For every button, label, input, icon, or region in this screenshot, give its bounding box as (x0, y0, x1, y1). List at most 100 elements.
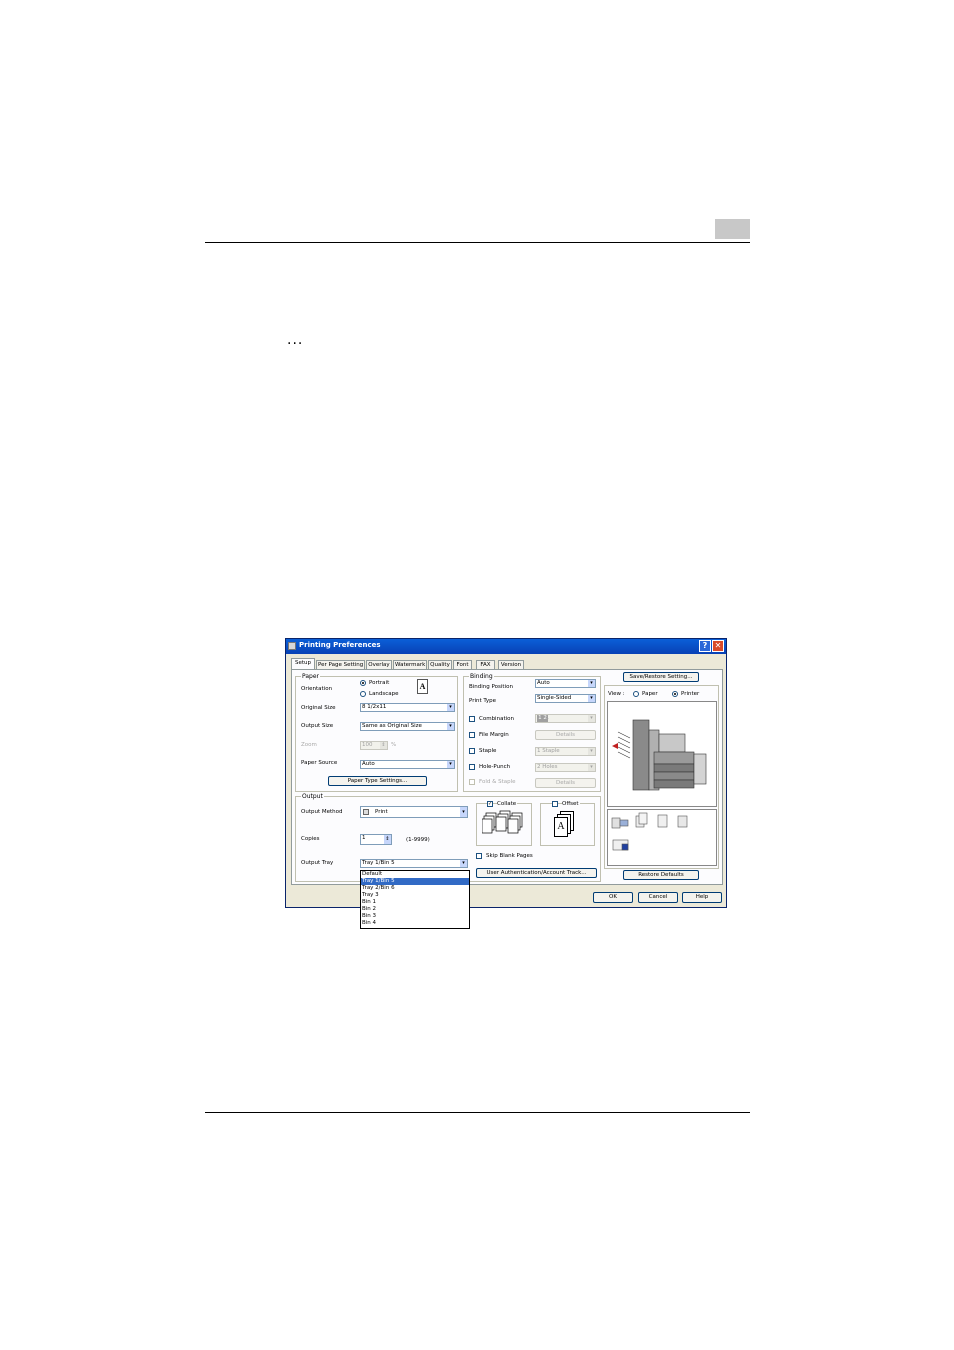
combination-2in1-icon: 1 2 (537, 715, 548, 722)
tray-option-bin3[interactable]: Bin 3 (361, 913, 469, 920)
file-margin-details-button[interactable]: Details (535, 730, 596, 740)
chevron-down-icon: ▾ (588, 764, 595, 771)
tray-option-tray3[interactable]: Tray 3 (361, 892, 469, 899)
footer-rule (205, 1112, 750, 1113)
original-size-value: 8 1/2x11 (362, 704, 387, 710)
chevron-down-icon: ▾ (588, 748, 595, 755)
output-size-select[interactable]: Same as Original Size ▾ (360, 722, 455, 731)
paper-source-value: Auto (362, 761, 375, 767)
output-tray-select[interactable]: Tray 1/Bin 5 ▾ (360, 859, 468, 868)
tab-quality[interactable]: Quality (428, 660, 452, 669)
view-printer-radio[interactable] (672, 691, 678, 697)
offset-checkbox[interactable] (552, 801, 558, 807)
skip-blank-pages-checkbox[interactable] (476, 853, 482, 859)
print-type-value: Single-Sided (537, 695, 572, 701)
portrait-label: Portrait (369, 680, 390, 686)
output-tray-value: Tray 1/Bin 5 (362, 860, 395, 866)
binding-position-value: Auto (537, 680, 550, 686)
staple-checkbox[interactable] (469, 748, 475, 754)
fold-staple-checkbox[interactable] (469, 779, 475, 785)
output-method-label: Output Method (301, 809, 343, 815)
header-rule (205, 242, 750, 243)
tray-option-tray1-bin5[interactable]: Tray 1/Bin 5 (361, 878, 469, 885)
help-button[interactable]: Help (682, 892, 722, 903)
view-printer-label: Printer (681, 691, 700, 697)
copies-spinner[interactable]: 1 ⇕ (360, 834, 392, 845)
tab-watermark[interactable]: Watermark (393, 660, 427, 669)
spinner-arrows-icon: ⇕ (380, 742, 387, 749)
tab-per-page-setting[interactable]: Per Page Setting (316, 660, 365, 669)
paper-source-label: Paper Source (301, 760, 338, 766)
settings-preview-pane (607, 809, 717, 866)
chevron-down-icon: ▾ (447, 704, 454, 711)
staple-label: Staple (479, 748, 497, 754)
skip-blank-pages-label: Skip Blank Pages (486, 853, 533, 859)
zoom-value: 100 (362, 742, 373, 748)
hole-punch-label: Hole-Punch (479, 764, 511, 770)
chevron-down-icon: ▾ (460, 860, 467, 867)
tray-option-bin2[interactable]: Bin 2 (361, 906, 469, 913)
copies-value: 1 (362, 835, 366, 841)
printer-illustration-icon (612, 719, 707, 791)
fold-staple-details-button[interactable]: Details (535, 778, 596, 788)
view-paper-radio[interactable] (633, 691, 639, 697)
orientation-label: Orientation (301, 686, 333, 692)
tray-option-bin4[interactable]: Bin 4 (361, 920, 469, 927)
original-size-select[interactable]: 8 1/2x11 ▾ (360, 703, 455, 712)
portrait-radio[interactable] (360, 680, 366, 686)
paper-source-select[interactable]: Auto ▾ (360, 760, 455, 769)
collate-checkbox[interactable]: ✓ (487, 801, 493, 807)
tray-option-default[interactable]: Default (361, 871, 469, 878)
zoom-label: Zoom (301, 742, 317, 748)
paper-group-label: Paper (301, 673, 320, 680)
fold-staple-label: Fold & Staple (479, 779, 516, 785)
tab-overlay[interactable]: Overlay (366, 660, 392, 669)
chapter-tab-marker (715, 219, 750, 239)
tray-option-tray2-bin6[interactable]: Tray 2/Bin 6 (361, 885, 469, 892)
ok-button[interactable]: OK (593, 892, 633, 903)
output-method-value: Print (375, 809, 388, 815)
view-label: View : (608, 691, 625, 697)
view-paper-label: Paper (642, 691, 658, 697)
zoom-spinner[interactable]: 100 ⇕ (360, 741, 388, 750)
tab-font[interactable]: Font (453, 660, 472, 669)
landscape-label: Landscape (369, 691, 399, 697)
hole-punch-checkbox[interactable] (469, 764, 475, 770)
printer-preview-pane (607, 701, 717, 807)
paper-type-settings-button[interactable]: Paper Type Settings... (328, 776, 427, 786)
landscape-radio[interactable] (360, 691, 366, 697)
cancel-button[interactable]: Cancel (638, 892, 678, 903)
combination-checkbox[interactable] (469, 716, 475, 722)
restore-defaults-button[interactable]: Restore Defaults (623, 870, 699, 880)
tray-option-bin1[interactable]: Bin 1 (361, 899, 469, 906)
printer-app-icon (288, 642, 296, 650)
tab-version[interactable]: Version (498, 660, 524, 669)
chevron-down-icon: ▾ (588, 695, 595, 702)
portrait-page-icon: A (417, 679, 428, 694)
chevron-down-icon: ▾ (588, 680, 595, 687)
copies-label: Copies (301, 836, 320, 842)
output-method-select[interactable]: Print ▾ (360, 806, 468, 818)
binding-position-select[interactable]: Auto ▾ (535, 679, 596, 688)
collate-pages-icon (482, 810, 523, 834)
output-tray-dropdown-list: Default Tray 1/Bin 5 Tray 2/Bin 6 Tray 3… (360, 870, 470, 929)
print-type-label: Print Type (469, 698, 497, 704)
checkmark-icon: ✓ (488, 801, 493, 807)
file-margin-checkbox[interactable] (469, 732, 475, 738)
user-authentication-button[interactable]: User Authentication/Account Track... (476, 868, 597, 878)
staple-select[interactable]: 1 Staple ▾ (535, 747, 596, 756)
close-icon[interactable]: ✕ (712, 640, 724, 652)
binding-position-label: Binding Position (469, 684, 513, 690)
offset-label: Offset (562, 801, 580, 807)
save-restore-setting-button[interactable]: Save/Restore Setting... (623, 672, 699, 682)
tab-fax[interactable]: FAX (476, 660, 495, 669)
help-question-icon[interactable]: ? (699, 640, 711, 652)
file-margin-label: File Margin (479, 732, 509, 738)
continuation-mark: ... (287, 332, 304, 348)
title-bar[interactable]: Printing Preferences ? ✕ (286, 639, 726, 654)
chevron-down-icon: ▾ (588, 715, 595, 722)
dialog-title: Printing Preferences (299, 641, 381, 649)
print-type-select[interactable]: Single-Sided ▾ (535, 694, 596, 703)
hole-punch-select[interactable]: 2 Holes ▾ (535, 763, 596, 772)
tab-setup[interactable]: Setup (291, 658, 315, 669)
